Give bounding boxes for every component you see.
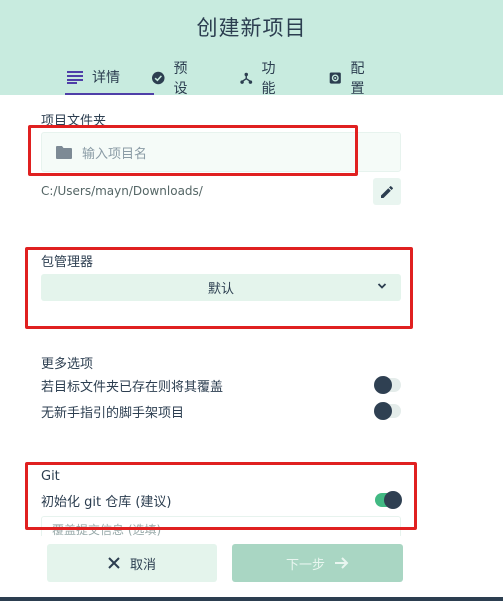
package-manager-select[interactable]: 默认 xyxy=(41,274,401,301)
header: 创建新项目 详情 预设 功能 配置 xyxy=(0,0,503,97)
page-title: 创建新项目 xyxy=(196,16,307,40)
list-icon xyxy=(67,70,83,84)
tab-features-label: 功能 xyxy=(261,60,276,97)
toggle-knob xyxy=(374,402,392,420)
bottom-edge xyxy=(0,597,503,601)
git-section-label: Git xyxy=(41,469,60,484)
gear-icon xyxy=(329,71,341,84)
close-icon xyxy=(108,557,120,569)
overwrite-toggle[interactable] xyxy=(374,376,401,394)
tab-details[interactable]: 详情 xyxy=(65,60,154,95)
next-button[interactable]: 下一步 xyxy=(232,544,403,582)
cancel-button[interactable]: 取消 xyxy=(47,544,217,582)
more-options-label: 更多选项 xyxy=(41,357,94,372)
check-circle-icon xyxy=(152,71,165,84)
overwrite-option-label: 若目标文件夹已存在则将其覆盖 xyxy=(41,379,224,395)
toggle-knob xyxy=(384,491,402,509)
tab-presets[interactable]: 预设 xyxy=(152,60,193,97)
fork-icon xyxy=(240,72,253,84)
project-name-placeholder: 输入项目名 xyxy=(82,146,148,162)
toggle-knob xyxy=(374,376,392,394)
chevron-down-icon xyxy=(377,283,387,289)
no-guide-toggle[interactable] xyxy=(374,402,401,420)
tab-features[interactable]: 功能 xyxy=(240,60,281,97)
tab-details-label: 详情 xyxy=(92,69,120,86)
commit-message-input[interactable]: 覆盖提交信息 (选填) xyxy=(41,516,401,536)
tab-presets-label: 预设 xyxy=(173,60,188,97)
next-label: 下一步 xyxy=(285,557,325,573)
tab-config[interactable]: 配置 xyxy=(329,60,370,97)
pencil-icon xyxy=(381,185,393,198)
commit-message-placeholder: 覆盖提交信息 (选填) xyxy=(52,523,162,536)
cancel-label: 取消 xyxy=(129,557,156,573)
package-manager-value: 默认 xyxy=(207,282,234,297)
project-path: C:/Users/mayn/Downloads/ xyxy=(41,184,203,198)
git-init-toggle[interactable] xyxy=(375,491,402,509)
git-init-row: 初始化 git 仓库 (建议) xyxy=(41,490,402,510)
arrow-right-icon xyxy=(335,557,349,569)
no-guide-option-row: 无新手指引的脚手架项目 xyxy=(41,401,401,421)
overwrite-option-row: 若目标文件夹已存在则将其覆盖 xyxy=(41,375,401,395)
project-folder-label: 项目文件夹 xyxy=(41,114,107,129)
package-manager-label: 包管理器 xyxy=(41,255,94,270)
edit-path-button[interactable] xyxy=(373,178,401,205)
no-guide-option-label: 无新手指引的脚手架项目 xyxy=(41,405,185,421)
git-init-label: 初始化 git 仓库 (建议) xyxy=(41,494,172,510)
folder-icon xyxy=(56,145,72,159)
project-name-input[interactable]: 输入项目名 xyxy=(41,132,401,172)
tab-config-label: 配置 xyxy=(350,60,365,97)
